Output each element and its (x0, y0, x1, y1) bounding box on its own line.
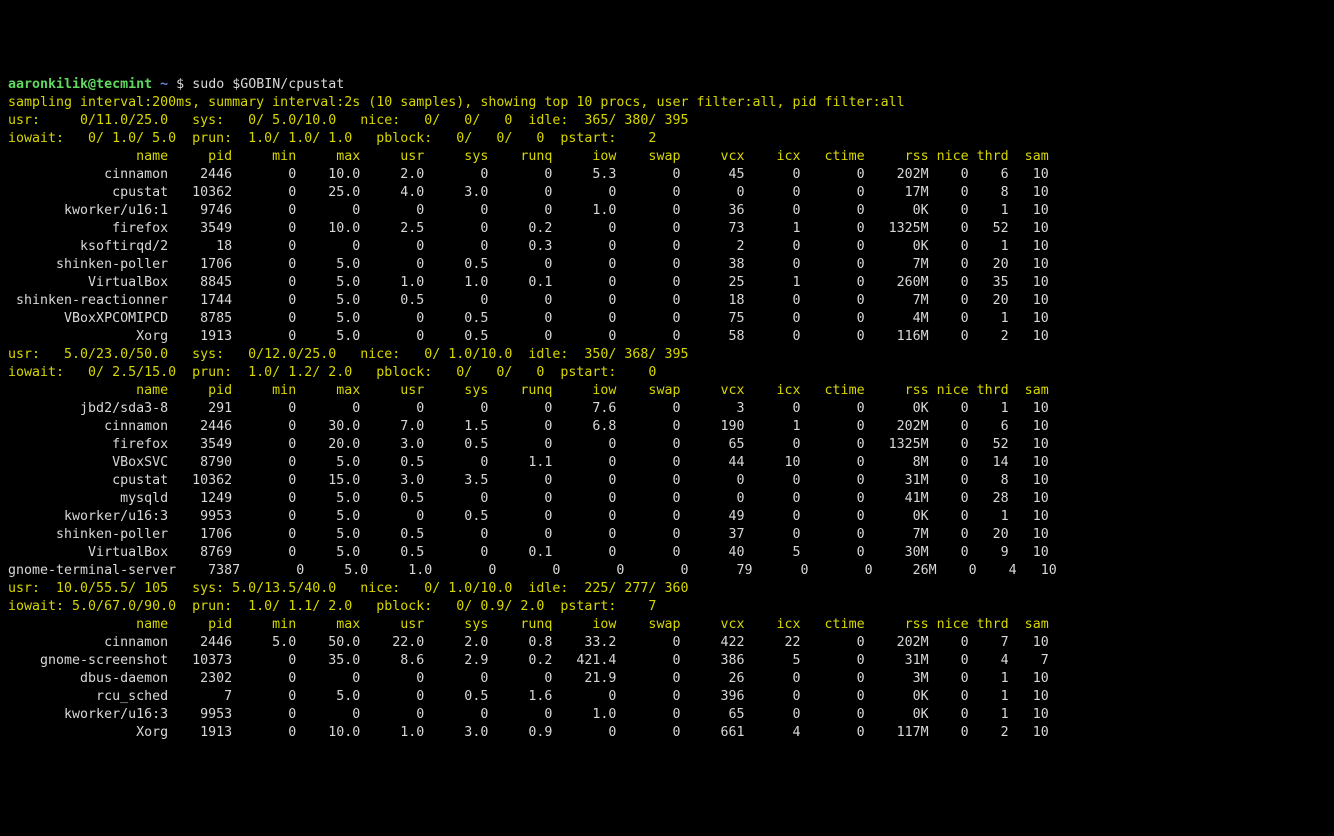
table-row: ksoftirqd/2 18 0 0 0 0 0.3 0 0 2 0 0 0K … (8, 239, 1049, 254)
table-row: Xorg 1913 0 10.0 1.0 3.0 0.9 0 0 661 4 0… (8, 725, 1049, 740)
prompt-dollar: $ (176, 77, 184, 92)
table-row: shinken-reactionner 1744 0 5.0 0.5 0 0 0… (8, 293, 1049, 308)
table-row: kworker/u16:3 9953 0 5.0 0 0.5 0 0 0 49 … (8, 509, 1049, 524)
summary-line-2: iowait: 0/ 1.0/ 5.0 prun: 1.0/ 1.0/ 1.0 … (8, 131, 656, 146)
table-row: cinnamon 2446 0 30.0 7.0 1.5 0 6.8 0 190… (8, 419, 1049, 434)
summary-line-2: iowait: 0/ 2.5/15.0 prun: 1.0/ 1.2/ 2.0 … (8, 365, 656, 380)
summary-line-1: usr: 0/11.0/25.0 sys: 0/ 5.0/10.0 nice: … (8, 113, 688, 128)
table-row: firefox 3549 0 20.0 3.0 0.5 0 0 0 65 0 0… (8, 437, 1049, 452)
table-row: dbus-daemon 2302 0 0 0 0 0 21.9 0 26 0 0… (8, 671, 1049, 686)
table-row: rcu_sched 7 0 5.0 0 0.5 1.6 0 0 396 0 0 … (8, 689, 1049, 704)
table-row: VBoxXPCOMIPCD 8785 0 5.0 0 0.5 0 0 0 75 … (8, 311, 1049, 326)
table-row: VirtualBox 8845 0 5.0 1.0 1.0 0.1 0 0 25… (8, 275, 1049, 290)
table-row: kworker/u16:3 9953 0 0 0 0 0 1.0 0 65 0 … (8, 707, 1049, 722)
table-header: name pid min max usr sys runq iow swap v… (8, 149, 1049, 164)
sampling-info: sampling interval:200ms, summary interva… (8, 95, 905, 110)
summary-line-1: usr: 10.0/55.5/ 105 sys: 5.0/13.5/40.0 n… (8, 581, 688, 596)
terminal-output: aaronkilik@tecmint ~ $ sudo $GOBIN/cpust… (8, 76, 1326, 742)
table-row: cinnamon 2446 0 10.0 2.0 0 0 5.3 0 45 0 … (8, 167, 1049, 182)
table-row: cpustat 10362 0 25.0 4.0 3.0 0 0 0 0 0 0… (8, 185, 1049, 200)
table-row: gnome-terminal-server 7387 0 5.0 1.0 0 0… (8, 563, 1057, 578)
table-row: jbd2/sda3-8 291 0 0 0 0 0 7.6 0 3 0 0 0K… (8, 401, 1049, 416)
summary-line-1: usr: 5.0/23.0/50.0 sys: 0/12.0/25.0 nice… (8, 347, 688, 362)
table-row: shinken-poller 1706 0 5.0 0 0.5 0 0 0 38… (8, 257, 1049, 272)
command-input[interactable]: sudo $GOBIN/cpustat (192, 77, 344, 92)
table-row: shinken-poller 1706 0 5.0 0.5 0 0 0 0 37… (8, 527, 1049, 542)
table-row: cpustat 10362 0 15.0 3.0 3.5 0 0 0 0 0 0… (8, 473, 1049, 488)
table-row: Xorg 1913 0 5.0 0 0.5 0 0 0 58 0 0 116M … (8, 329, 1049, 344)
table-row: mysqld 1249 0 5.0 0.5 0 0 0 0 0 0 0 41M … (8, 491, 1049, 506)
table-header: name pid min max usr sys runq iow swap v… (8, 617, 1049, 632)
summary-line-2: iowait: 5.0/67.0/90.0 prun: 1.0/ 1.1/ 2.… (8, 599, 656, 614)
table-row: firefox 3549 0 10.0 2.5 0 0.2 0 0 73 1 0… (8, 221, 1049, 236)
table-row: cinnamon 2446 5.0 50.0 22.0 2.0 0.8 33.2… (8, 635, 1049, 650)
prompt-user: aaronkilik@tecmint (8, 77, 152, 92)
table-row: VirtualBox 8769 0 5.0 0.5 0 0.1 0 0 40 5… (8, 545, 1049, 560)
table-row: gnome-screenshot 10373 0 35.0 8.6 2.9 0.… (8, 653, 1049, 668)
table-header: name pid min max usr sys runq iow swap v… (8, 383, 1049, 398)
prompt-path: ~ (160, 77, 168, 92)
table-row: kworker/u16:1 9746 0 0 0 0 0 1.0 0 36 0 … (8, 203, 1049, 218)
table-row: VBoxSVC 8790 0 5.0 0.5 0 1.1 0 0 44 10 0… (8, 455, 1049, 470)
